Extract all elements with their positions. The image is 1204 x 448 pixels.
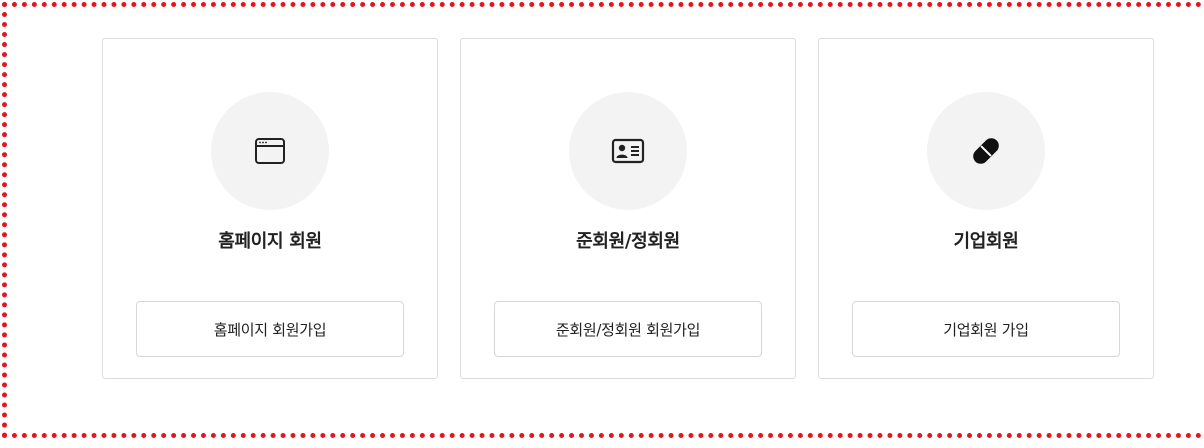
icon-circle <box>211 92 329 210</box>
id-card-icon <box>611 138 645 164</box>
icon-circle <box>569 92 687 210</box>
browser-window-icon <box>255 138 285 164</box>
icon-circle <box>927 92 1045 210</box>
membership-cards: 홈페이지 회원 홈페이지 회원가입 준회원/정회원 준회원/정회원 회원가입 기… <box>102 38 1154 379</box>
card-homepage-member: 홈페이지 회원 홈페이지 회원가입 <box>102 38 438 379</box>
pill-capsule-icon <box>973 138 999 164</box>
card-title: 준회원/정회원 <box>576 231 680 252</box>
card-title: 홈페이지 회원 <box>218 231 322 252</box>
associate-regular-signup-button[interactable]: 준회원/정회원 회원가입 <box>494 301 762 357</box>
card-title: 기업회원 <box>953 231 1019 252</box>
corporate-signup-button[interactable]: 기업회원 가입 <box>852 301 1120 357</box>
card-corporate-member: 기업회원 기업회원 가입 <box>818 38 1154 379</box>
card-associate-regular-member: 준회원/정회원 준회원/정회원 회원가입 <box>460 38 796 379</box>
homepage-signup-button[interactable]: 홈페이지 회원가입 <box>136 301 404 357</box>
